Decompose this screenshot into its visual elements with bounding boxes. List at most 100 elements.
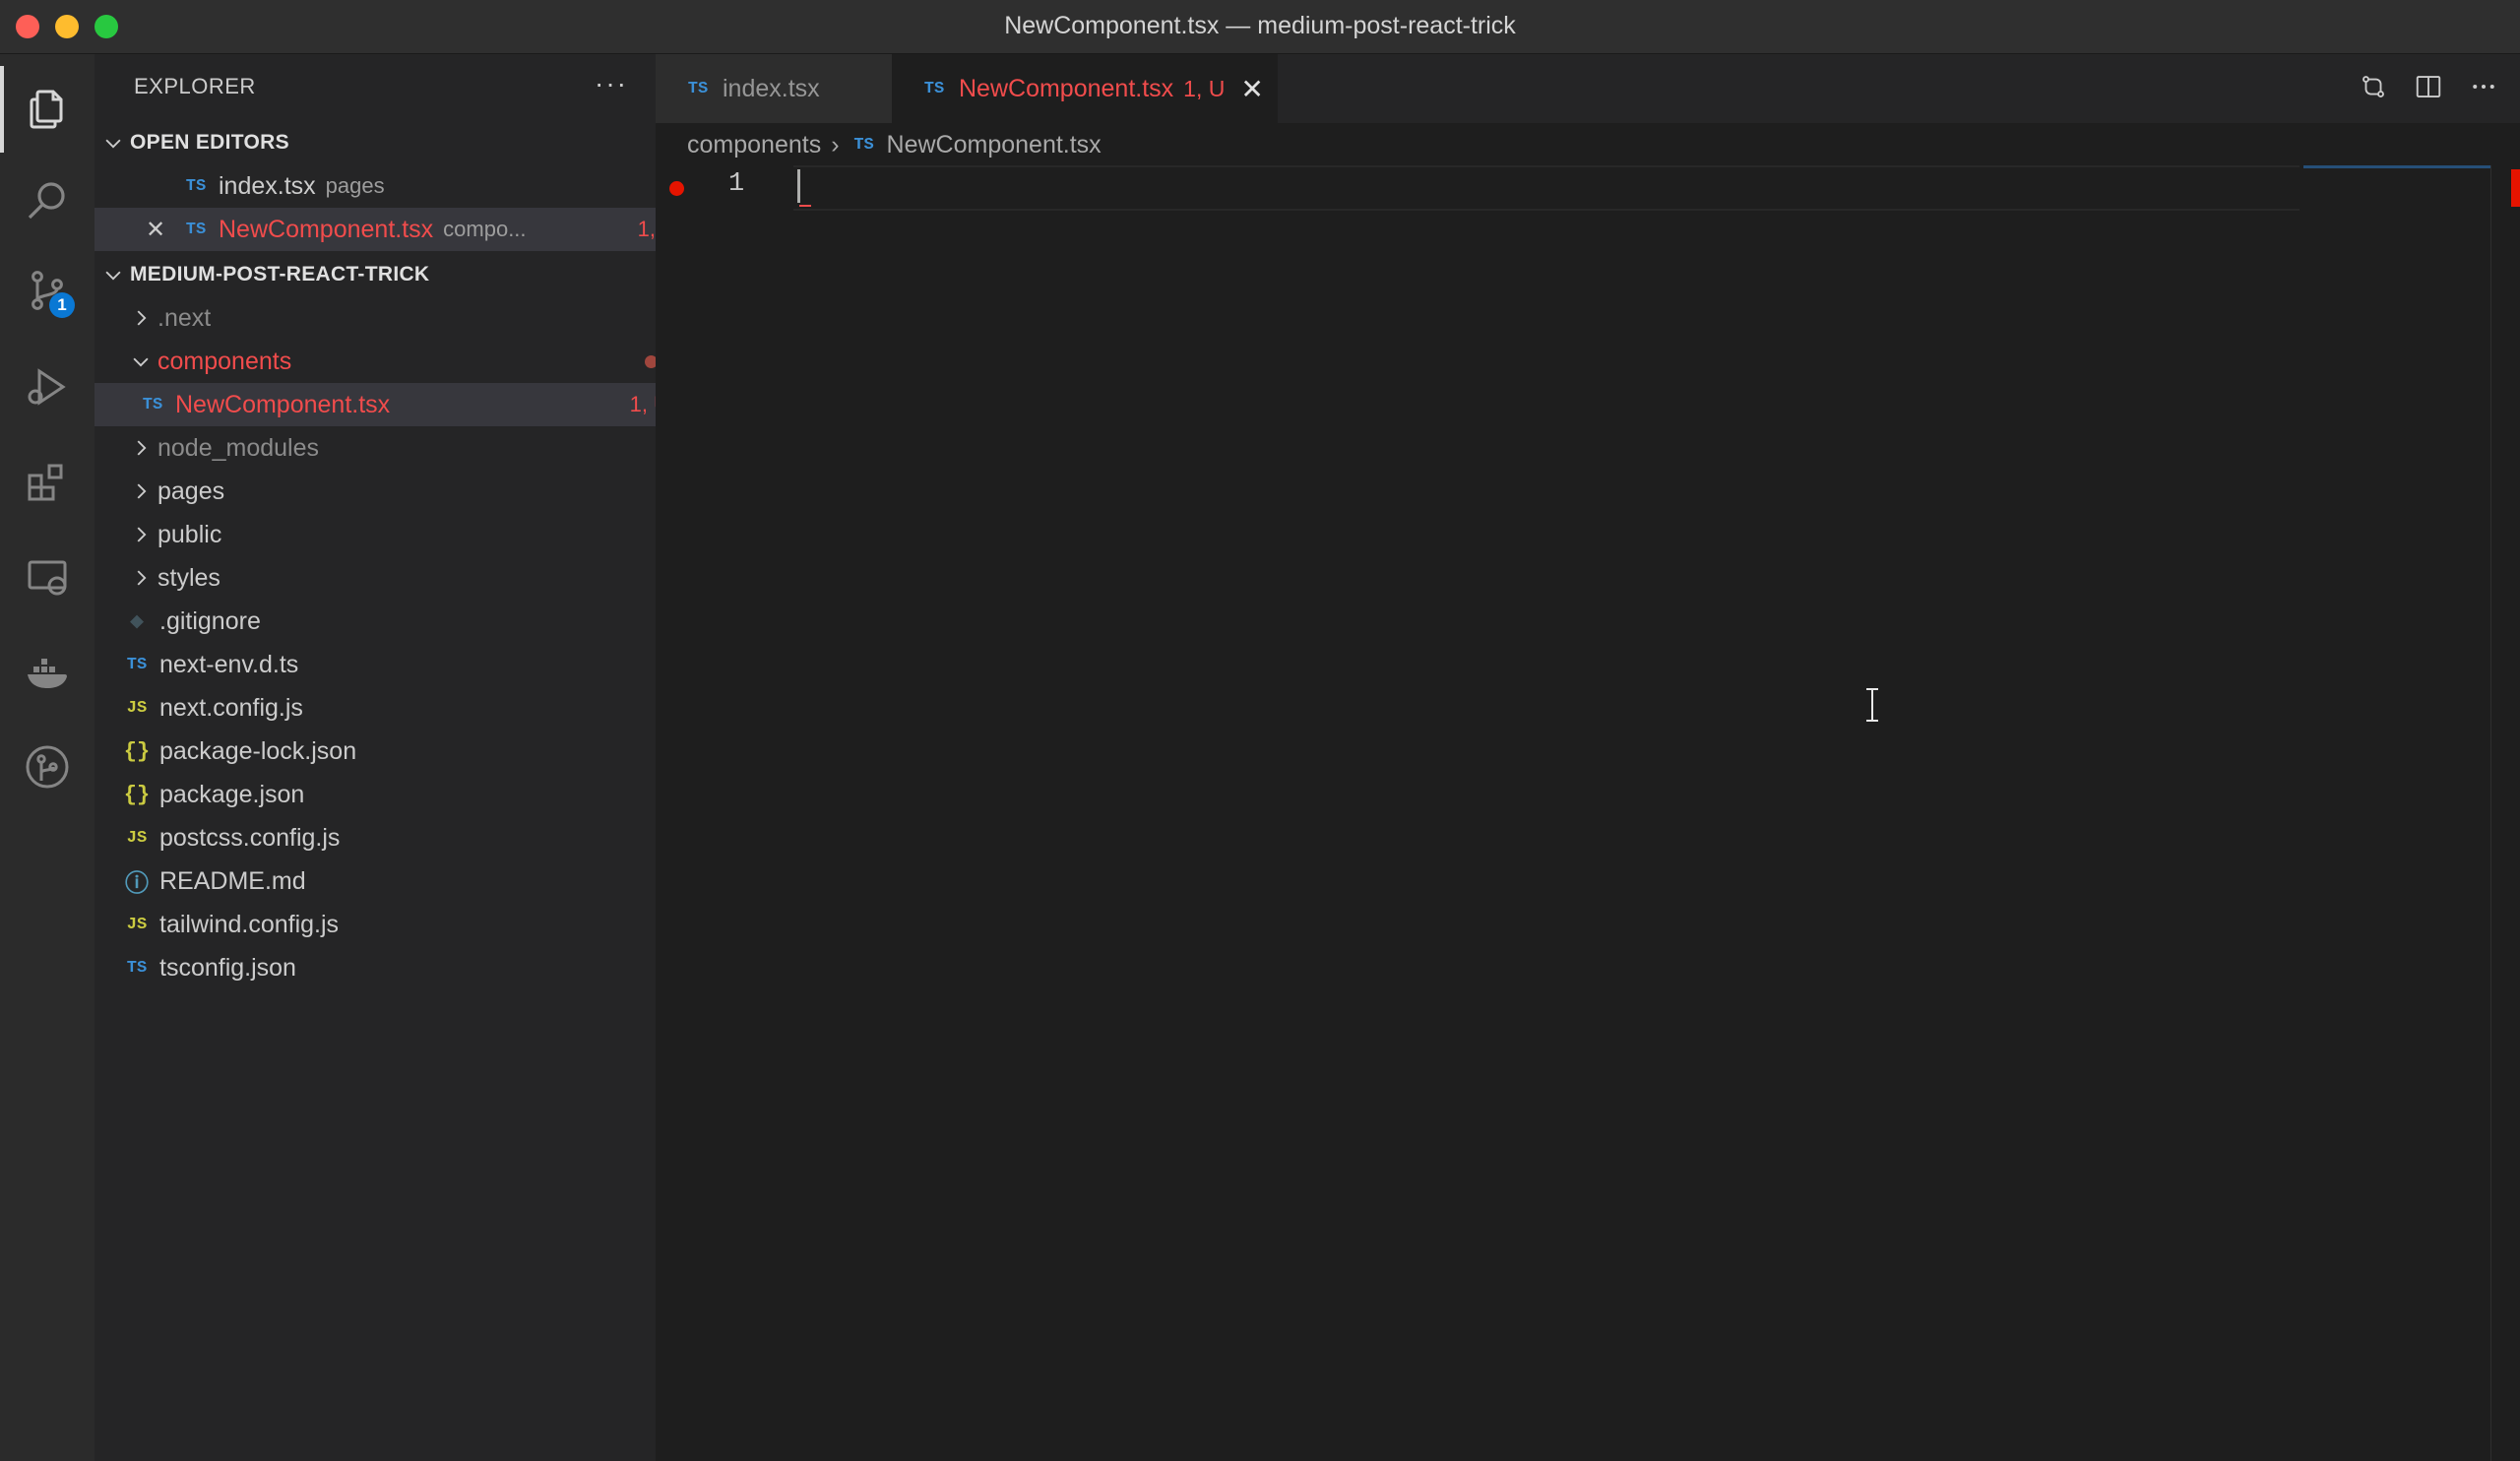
breadcrumb-folder[interactable]: components: [687, 131, 821, 159]
tsconfig-icon: TS: [126, 958, 148, 978]
line-number: 1: [728, 169, 745, 199]
file-item[interactable]: JS postcss.config.js: [94, 816, 683, 859]
source-control-icon[interactable]: 1: [0, 247, 94, 334]
extensions-icon[interactable]: [0, 440, 94, 527]
breadcrumb: components › TS NewComponent.tsx: [687, 124, 1102, 165]
remote-explorer-icon[interactable]: [0, 535, 94, 621]
open-editor-item-active[interactable]: ✕ TS NewComponent.tsx compo... 1, U: [94, 208, 707, 251]
typescript-icon: TS: [126, 655, 148, 674]
file-name: NewComponent.tsx: [175, 390, 391, 418]
folder-name: components: [158, 347, 292, 375]
typescript-icon: TS: [185, 176, 207, 196]
file-item[interactable]: TS tsconfig.json: [94, 946, 683, 989]
json-icon: {}: [123, 782, 151, 807]
folder-name: node_modules: [158, 433, 320, 462]
close-tab-icon[interactable]: ✕: [1240, 73, 1263, 105]
folder-item[interactable]: pages: [94, 470, 691, 513]
tab-index[interactable]: TS index.tsx: [656, 54, 892, 123]
file-item[interactable]: ⓘ README.md: [94, 859, 683, 903]
more-actions-icon[interactable]: [2469, 72, 2498, 106]
folder-item[interactable]: node_modules: [94, 426, 691, 470]
text-cursor-icon: [1862, 687, 1882, 728]
explorer-title: EXPLORER: [134, 74, 256, 98]
javascript-icon: JS: [126, 828, 148, 848]
project-section[interactable]: MEDIUM-POST-REACT-TRICK: [94, 253, 663, 296]
tab-bar: TS index.tsx TS NewComponent.tsx 1, U ✕: [656, 54, 2520, 123]
docker-icon[interactable]: [0, 629, 94, 716]
breakpoint-icon[interactable]: [669, 181, 684, 196]
typescript-icon: TS: [142, 395, 163, 414]
run-debug-icon[interactable]: [0, 344, 94, 430]
source-control-badge: 1: [49, 292, 75, 318]
explorer-icon[interactable]: [0, 66, 94, 153]
folder-name: public: [158, 520, 222, 548]
chevron-right-icon: ›: [831, 130, 840, 159]
open-editor-desc: pages: [325, 173, 385, 198]
current-line-highlight: [793, 165, 2300, 211]
tab-label: NewComponent.tsx: [959, 74, 1174, 102]
chevron-down-icon: [130, 350, 152, 372]
file-item[interactable]: {} package-lock.json: [94, 730, 683, 773]
close-icon[interactable]: ✕: [146, 216, 181, 244]
typescript-icon: TS: [923, 79, 945, 98]
json-icon: {}: [123, 738, 151, 764]
text-caret: [797, 169, 800, 203]
error-squiggle: [799, 201, 811, 207]
chevron-right-icon: [130, 524, 152, 545]
javascript-icon: JS: [126, 915, 148, 934]
folder-name: styles: [158, 563, 220, 592]
title-bar: NewComponent.tsx — medium-post-react-tri…: [0, 0, 2520, 54]
javascript-icon: JS: [126, 698, 148, 718]
folder-name: .next: [158, 303, 212, 332]
open-editor-item[interactable]: TS index.tsx pages: [94, 164, 742, 208]
file-name: next.config.js: [159, 693, 303, 722]
chevron-down-icon: [102, 264, 124, 286]
error-marker: [2511, 169, 2520, 207]
chevron-right-icon: [130, 567, 152, 589]
file-item[interactable]: {} package.json: [94, 773, 683, 816]
overview-ruler[interactable]: [2490, 165, 2520, 1461]
typescript-icon: TS: [687, 79, 709, 98]
open-changes-icon[interactable]: [2359, 72, 2388, 106]
project-title: MEDIUM-POST-REACT-TRICK: [130, 263, 430, 286]
code-editor[interactable]: 1: [656, 165, 2520, 1461]
file-item-selected[interactable]: TS NewComponent.tsx 1, U: [94, 383, 699, 426]
chevron-down-icon: [102, 132, 124, 154]
open-editor-name: NewComponent.tsx: [219, 215, 434, 243]
chevron-right-icon: [130, 480, 152, 502]
tab-newcomponent[interactable]: TS NewComponent.tsx 1, U ✕: [892, 54, 1278, 123]
file-name: package.json: [159, 780, 305, 808]
search-icon[interactable]: [0, 159, 94, 245]
info-icon: ⓘ: [125, 872, 149, 899]
folder-item[interactable]: .next: [94, 296, 691, 340]
typescript-icon: TS: [185, 220, 207, 239]
tab-status: 1, U: [1183, 75, 1226, 101]
chevron-right-icon: [130, 437, 152, 459]
folder-item[interactable]: components: [94, 340, 691, 383]
open-editors-section[interactable]: OPEN EDITORS: [94, 121, 663, 164]
typescript-icon: TS: [853, 135, 874, 155]
gitignore-icon: ◆: [130, 612, 144, 632]
file-name: next-env.d.ts: [159, 650, 299, 678]
git-graph-icon[interactable]: [0, 724, 94, 810]
activity-bar: 1: [0, 54, 94, 1461]
split-editor-icon[interactable]: [2414, 72, 2443, 106]
open-editor-name: index.tsx: [219, 171, 316, 200]
file-item[interactable]: JS tailwind.config.js: [94, 903, 683, 946]
tab-label: index.tsx: [723, 74, 820, 102]
file-item[interactable]: ◆ .gitignore: [94, 600, 683, 643]
open-editors-title: OPEN EDITORS: [130, 131, 289, 154]
folder-item[interactable]: public: [94, 513, 691, 556]
minimap-viewport[interactable]: [2303, 165, 2490, 168]
explorer-more-icon[interactable]: ···: [595, 68, 628, 99]
folder-item[interactable]: styles: [94, 556, 691, 600]
editor-actions: [2359, 54, 2498, 123]
file-name: README.md: [159, 866, 306, 895]
folder-name: pages: [158, 476, 225, 505]
file-name: .gitignore: [159, 606, 261, 635]
file-name: tsconfig.json: [159, 953, 296, 982]
file-item[interactable]: TS next-env.d.ts: [94, 643, 683, 686]
chevron-right-icon: [130, 307, 152, 329]
file-item[interactable]: JS next.config.js: [94, 686, 683, 730]
breadcrumb-file[interactable]: NewComponent.tsx: [887, 131, 1102, 159]
